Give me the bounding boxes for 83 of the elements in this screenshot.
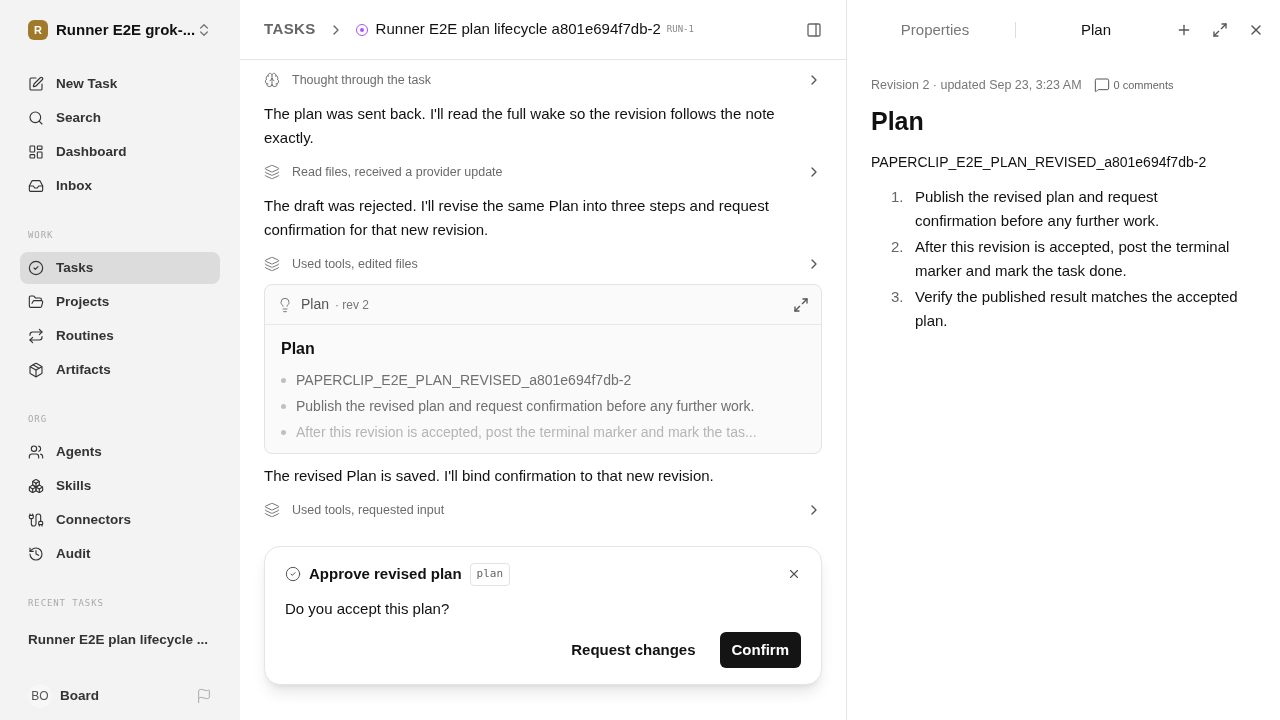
new-task-icon — [28, 76, 44, 92]
step-number: 2. — [891, 237, 905, 258]
bullet-icon — [281, 377, 286, 383]
revision-label: · rev 2 — [335, 296, 370, 314]
approval-question: Do you accept this plan? — [285, 598, 451, 619]
layers-icon — [264, 256, 280, 272]
task-title: Runner E2E plan lifecycle a801e694f7db-2 — [375, 19, 661, 40]
nav-item[interactable]: New Task — [20, 68, 220, 100]
bullet-icon — [281, 429, 286, 435]
panel-toggle-button[interactable] — [806, 21, 822, 38]
section-heading: RECENT TASKS — [27, 597, 105, 611]
nav-item[interactable]: Artifacts — [20, 354, 220, 386]
layers-icon — [264, 502, 280, 518]
users-icon — [28, 444, 44, 460]
message-text: The revised Plan is saved. I'll bind confirmation to that new revision. — [264, 466, 715, 486]
step-number: 3. — [891, 287, 905, 308]
nav-item[interactable]: Agents — [20, 436, 220, 468]
activity-label: Used tools, edited files — [292, 255, 419, 273]
repeat-icon — [28, 328, 44, 344]
panel-tab[interactable]: Properties — [855, 18, 1015, 42]
plan-heading: Plan — [281, 339, 316, 359]
approval-title: Approve revised plan — [309, 564, 462, 584]
dashboard-icon — [28, 144, 44, 160]
activity-row[interactable]: Used tools, edited files — [264, 248, 822, 280]
package-icon — [28, 362, 44, 378]
plan-bullet: PAPERCLIP_E2E_PLAN_REVISED_a801e694f7db-2 — [296, 370, 632, 390]
nav-item[interactable]: Projects — [20, 286, 220, 318]
comment-icon — [1093, 77, 1110, 94]
layers-icon — [264, 164, 280, 180]
boxes-icon — [28, 478, 44, 494]
activity-label: Read files, received a provider update — [292, 163, 504, 181]
confirm-button[interactable]: Confirm — [719, 632, 801, 668]
check-circle-icon — [285, 566, 301, 583]
nav-item[interactable]: Audit — [20, 538, 220, 570]
step-text: Verify the published result matches the accepted plan. — [915, 287, 1239, 332]
nav-item[interactable]: Tasks — [20, 252, 220, 284]
user-avatar: BO — [28, 684, 52, 708]
revision-meta: Revision 2 · updated Sep 23, 3:23 AM — [871, 77, 1082, 94]
nav-item[interactable]: Dashboard — [20, 136, 220, 168]
message-text: The plan was sent back. I'll read the full wake so the revision follows the note exactly. — [264, 104, 776, 148]
plan-bullet: After this revision is accepted, post the terminal marker and mark the tas... — [296, 422, 757, 442]
plan-bullet: Publish the revised plan and request confirmation before any further work. — [296, 396, 755, 416]
add-button[interactable] — [1176, 22, 1192, 38]
inbox-icon — [28, 178, 44, 194]
expand-button[interactable] — [793, 296, 809, 313]
step-text: After this revision is accepted, post the terminal marker and mark the task done. — [915, 237, 1231, 282]
step-text: Publish the revised plan and request confirmation before any further work. — [915, 187, 1161, 232]
nav-item[interactable]: Routines — [20, 320, 220, 352]
message-text: The draft was rejected. I'll revise the same Plan into three steps and request confirmation for that new revision. — [264, 196, 770, 240]
brain-icon — [264, 72, 280, 88]
activity-row[interactable]: Used tools, requested input — [264, 494, 822, 526]
nav-item[interactable]: Inbox — [20, 170, 220, 202]
step-number: 1. — [891, 187, 905, 208]
activity-label: Thought through the task — [292, 71, 432, 89]
check-circle-icon — [28, 260, 44, 276]
bullet-icon — [281, 403, 286, 409]
workspace-logo: R — [28, 20, 48, 40]
workspace-name[interactable]: Runner E2E grok-... — [56, 18, 196, 42]
plan-marker: PAPERCLIP_E2E_PLAN_REVISED_a801e694f7db-2 — [871, 153, 1208, 173]
approval-tag: plan — [469, 563, 511, 586]
search-icon — [28, 110, 44, 126]
activity-row[interactable]: Thought through the task — [264, 64, 822, 96]
panel-tab[interactable]: Plan — [1016, 18, 1176, 42]
user-name[interactable]: Board — [60, 685, 196, 707]
recent-task-link[interactable]: Runner E2E plan lifecycle ... — [20, 624, 220, 656]
run-id: RUN-1 — [666, 22, 694, 36]
expand-button[interactable] — [1212, 22, 1228, 38]
activity-label: Used tools, requested input — [292, 501, 446, 519]
plan-label: Plan — [301, 295, 330, 314]
nav-item[interactable]: Search — [20, 102, 220, 134]
history-icon — [28, 546, 44, 562]
request-changes-button[interactable]: Request changes — [555, 632, 712, 668]
activity-row[interactable]: Read files, received a provider update — [264, 156, 822, 188]
plug-icon — [28, 512, 44, 528]
comments-link[interactable]: 0 comments — [1113, 77, 1174, 94]
section-heading: WORK — [27, 229, 55, 243]
lightbulb-icon — [277, 296, 293, 313]
section-heading: ORG — [27, 413, 48, 427]
nav-item[interactable]: Skills — [20, 470, 220, 502]
folder-icon — [28, 294, 44, 310]
plan-title: Plan — [871, 105, 925, 137]
nav-item[interactable]: Connectors — [20, 504, 220, 536]
breadcrumb-root[interactable]: TASKS — [264, 18, 316, 41]
